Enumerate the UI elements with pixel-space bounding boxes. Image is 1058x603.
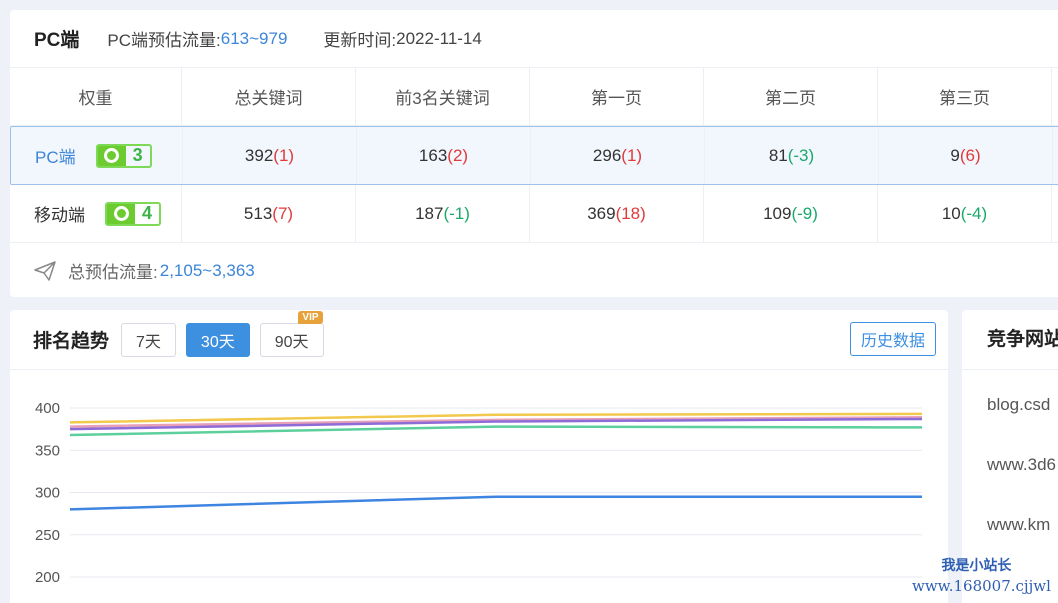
delta: (1): [621, 145, 643, 165]
watermark: 我是小站长 www.168007.cjjwl: [912, 556, 1051, 596]
weight-badge: 3: [95, 143, 152, 168]
rank-trend-title: 排名趋势: [33, 331, 110, 352]
rank-trend-header: 排名趋势 7天 30天 90天 VIP 历史数据: [10, 310, 948, 370]
y-tick-label: 300: [35, 485, 60, 502]
vip-badge: VIP: [298, 310, 323, 324]
y-tick-label: 350: [35, 442, 60, 459]
row-label-cell: 移动端 4: [10, 185, 182, 242]
table-cell[interactable]: 296 (1): [531, 127, 705, 184]
table-header-row: 权重 总关键词 前3名关键词 第一页 第二页 第三页: [10, 68, 1058, 126]
rank-trend-card: 排名趋势 7天 30天 90天 VIP 历史数据 400 350 300 250 200: [10, 310, 948, 603]
weight-logo-icon: [107, 203, 135, 224]
table-row-pc[interactable]: PC端 3 392 (1) 163 (2) 296 (1) 81 (-3) 9 (6): [10, 126, 1058, 185]
delta: (-1): [443, 203, 470, 223]
traffic-label: PC端预估流量:: [107, 31, 221, 50]
column-header: 第一页: [530, 68, 704, 125]
delta: (18): [615, 203, 646, 223]
watermark-line1: 我是小站长: [941, 558, 1012, 574]
summary-title: PC端: [34, 30, 80, 51]
range-7d-button[interactable]: 7天: [121, 322, 176, 357]
total-traffic-value: 2,105~3,363: [159, 260, 255, 280]
delta: (6): [959, 145, 981, 165]
row-label-mobile[interactable]: 移动端: [34, 201, 85, 226]
table-cell[interactable]: 109 (-9): [704, 185, 878, 242]
update-value: 2022-11-14: [396, 28, 482, 48]
table-cell[interactable]: 187 (-1): [356, 185, 530, 242]
total-traffic: 总预估流量: 2,105~3,363: [34, 258, 255, 283]
range-90d-button[interactable]: 90天 VIP: [259, 310, 324, 357]
table-cell[interactable]: 81 (-3): [705, 127, 879, 184]
range-90d-label: 90天: [274, 333, 309, 351]
summary-card: PC端 PC端预估流量: 613~979 更新时间: 2022-11-14 权重…: [10, 10, 1058, 297]
table-cell[interactable]: 9 (6): [879, 127, 1053, 184]
series-line-4[interactable]: [69, 495, 922, 511]
delta: (-9): [791, 203, 818, 223]
watermark-line2: www.168007.cjjwl: [912, 577, 1051, 595]
weight-logo-icon: [97, 145, 126, 166]
table-cell[interactable]: 163 (2): [357, 127, 531, 184]
weight-value: 4: [141, 203, 152, 224]
column-header: 第三页: [878, 68, 1052, 125]
table-cell[interactable]: 369 (18): [530, 185, 704, 242]
chart-series: [69, 412, 923, 511]
y-tick-label: 200: [35, 569, 60, 586]
delta: (1): [273, 145, 295, 165]
table-cell[interactable]: 513 (7): [182, 185, 356, 242]
rank-trend-chart: 400 350 300 250 200: [35, 400, 923, 586]
weight-badge: 4: [105, 201, 161, 226]
column-header: 第二页: [704, 68, 878, 125]
paper-plane-icon: [34, 260, 56, 281]
range-30d-button[interactable]: 30天: [185, 322, 250, 357]
competitor-title: 竞争网站: [962, 310, 1058, 370]
keyword-table: 权重 总关键词 前3名关键词 第一页 第二页 第三页 PC端 3 392 (1) …: [10, 68, 1058, 243]
table-cell[interactable]: 392 (1): [183, 127, 357, 184]
delta: (-4): [960, 203, 988, 223]
y-axis: 400 350 300 250 200: [35, 400, 60, 586]
delta: (7): [272, 203, 294, 223]
update-label: 更新时间:: [323, 31, 397, 50]
table-cell[interactable]: 10 (-4): [878, 185, 1052, 242]
table-row-mobile[interactable]: 移动端 4 513 (7) 187 (-1) 369 (18) 109 (-9) 10(…: [10, 185, 1058, 243]
history-data-button[interactable]: 历史数据: [849, 322, 936, 356]
competitor-list: blog.csd www.3d6 www.km: [962, 370, 1058, 555]
delta: (-3): [787, 145, 815, 165]
row-label-pc[interactable]: PC端: [35, 143, 76, 168]
delta: (2): [447, 145, 469, 165]
summary-header: PC端 PC端预估流量: 613~979 更新时间: 2022-11-14: [10, 10, 1058, 68]
column-header: 总关键词: [182, 68, 356, 125]
traffic-value: 613~979: [220, 28, 288, 48]
weight-value: 3: [132, 145, 143, 166]
column-header: 权重: [10, 68, 182, 125]
y-tick-label: 400: [35, 400, 60, 417]
row-label-cell: PC端 3: [11, 127, 183, 184]
competitor-item[interactable]: www.km: [962, 495, 1058, 555]
competitor-item[interactable]: www.3d6: [962, 435, 1058, 495]
y-tick-label: 250: [35, 527, 60, 544]
column-header: 前3名关键词: [356, 68, 530, 125]
competitor-item[interactable]: blog.csd: [962, 375, 1058, 435]
total-traffic-label: 总预估流量:: [68, 263, 158, 282]
